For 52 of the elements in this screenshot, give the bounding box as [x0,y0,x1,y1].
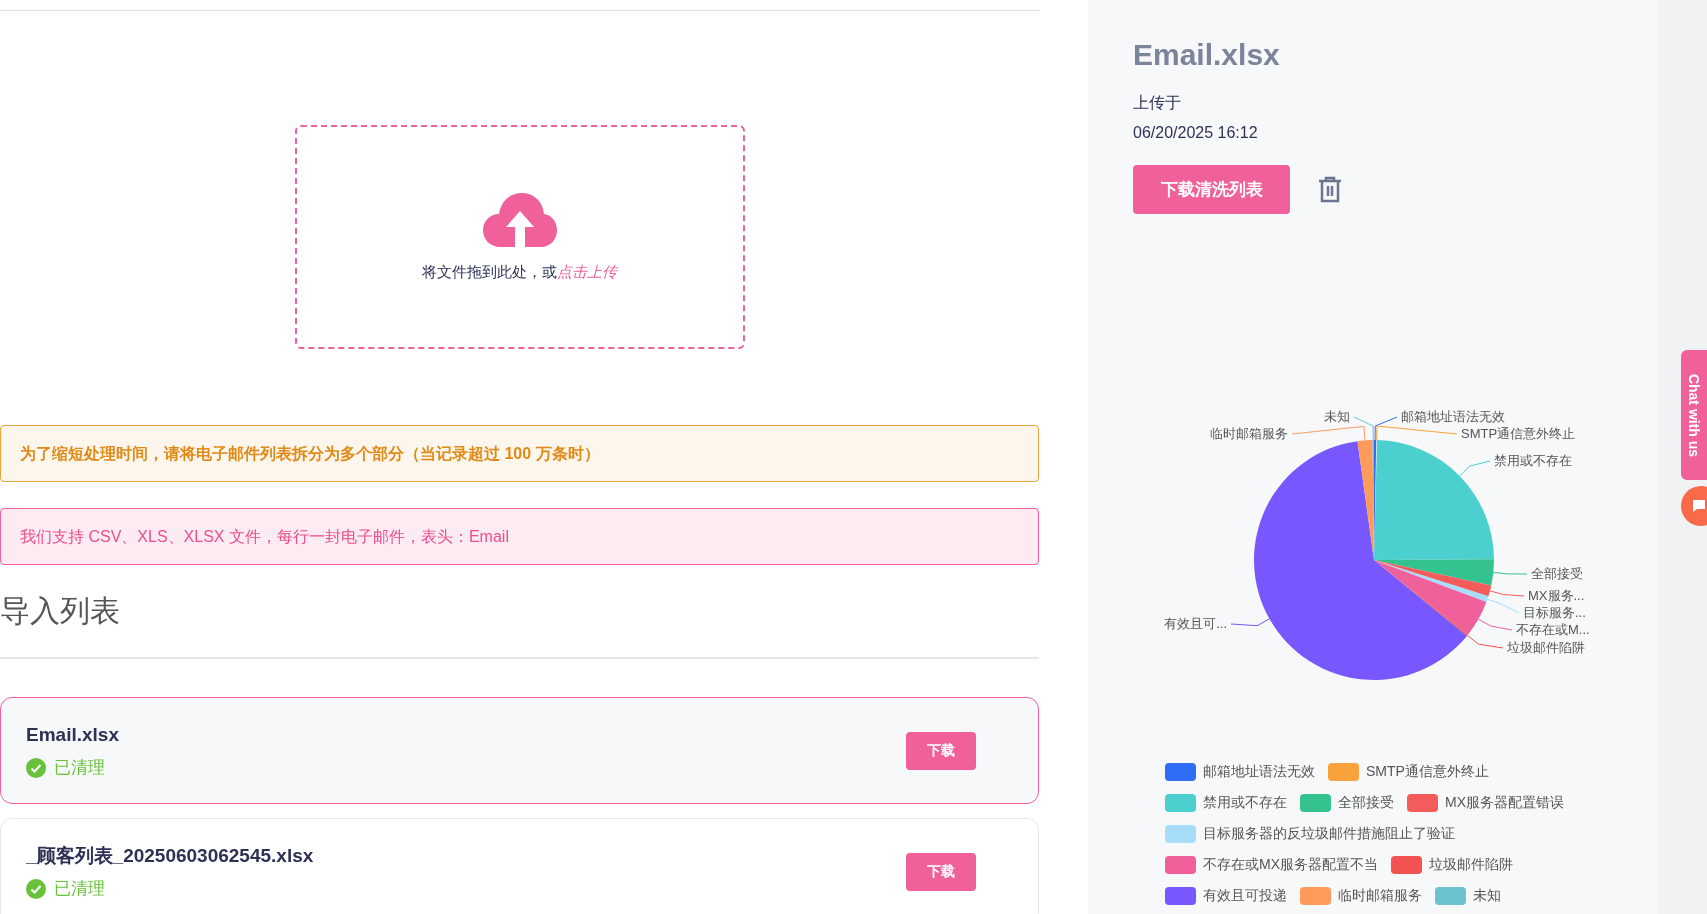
legend-label: SMTP通信意外终止 [1366,762,1489,781]
chat-tab-label: Chat with us [1685,373,1704,457]
legend-label: 有效且可投递 [1203,886,1287,905]
file-name: _顾客列表_20250603062545.xlsx [26,843,314,868]
check-circle-icon [26,757,46,778]
legend-label: 目标服务器的反垃圾邮件措施阻止了验证 [1203,824,1455,843]
warning-notice: 为了缩短处理时间，请将电子邮件列表拆分为多个部分（当记录超过 100 万条时） [0,425,1039,482]
legend-label: 全部接受 [1338,793,1394,812]
slice-label: 目标服务... [1523,605,1586,620]
legend-label: MX服务器配置错误 [1445,793,1564,812]
cloud-upload-icon [482,190,557,249]
slice-label: 邮箱地址语法无效 [1401,409,1505,424]
leader-line [1459,460,1491,477]
slice-label: 全部接受 [1531,566,1583,581]
slice-label: SMTP通信意外终止 [1461,426,1576,441]
file-card[interactable]: Email.xlsx 已清理 下载 [0,697,1039,804]
chat-bubble-icon [1692,499,1706,513]
slice-label: 不存在或M... [1516,622,1590,637]
uploaded-label: 上传于 [1133,93,1182,113]
chat-tab[interactable]: Chat with us [1681,350,1707,480]
leader-line [1466,634,1504,649]
slice-label: 有效且可... [1164,616,1227,631]
leader-line [1230,618,1270,627]
legend-label: 禁用或不存在 [1203,793,1287,812]
legend-label: 未知 [1473,886,1501,905]
detail-title: Email.xlsx [1133,37,1281,73]
legend-label: 垃圾邮件陷阱 [1429,855,1513,874]
upload-dropzone[interactable]: 将文件拖到此处，或点击上传 [294,125,745,349]
slice-label: 未知 [1324,409,1350,424]
trash-icon[interactable] [1318,176,1342,203]
file-status: 已清理 [54,757,105,779]
file-card[interactable]: _顾客列表_20250603062545.xlsx 已清理 下载 [0,818,1039,914]
file-status: 已清理 [54,878,105,900]
leader-line [1477,618,1513,631]
upload-link[interactable]: 点击上传 [557,260,617,284]
slice-label: MX服务... [1528,588,1585,603]
legend-label: 临时邮箱服务 [1338,886,1422,905]
section-title: 导入列表 [0,593,121,629]
legend-label: 不存在或MX服务器配置不当 [1203,855,1378,874]
file-name: Email.xlsx [26,722,119,747]
slice-label: 禁用或不存在 [1494,453,1572,468]
uploaded-date: 06/20/2025 16:12 [1133,123,1259,143]
slice-label: 临时邮箱服务 [1210,426,1288,441]
check-circle-icon [26,878,46,899]
leader-line [1492,571,1528,575]
download-cleaned-button[interactable]: 下载清洗列表 [1133,165,1290,214]
info-notice: 我们支持 CSV、XLS、XLSX 文件，每行一封电子邮件，表头：Email [0,508,1039,565]
upload-prompt: 将文件拖到此处，或 [422,261,557,282]
legend-label: 邮箱地址语法无效 [1203,762,1315,781]
download-button[interactable]: 下载 [906,852,976,891]
download-button[interactable]: 下载 [906,731,976,770]
slice-label: 垃圾邮件陷阱 [1507,640,1585,655]
